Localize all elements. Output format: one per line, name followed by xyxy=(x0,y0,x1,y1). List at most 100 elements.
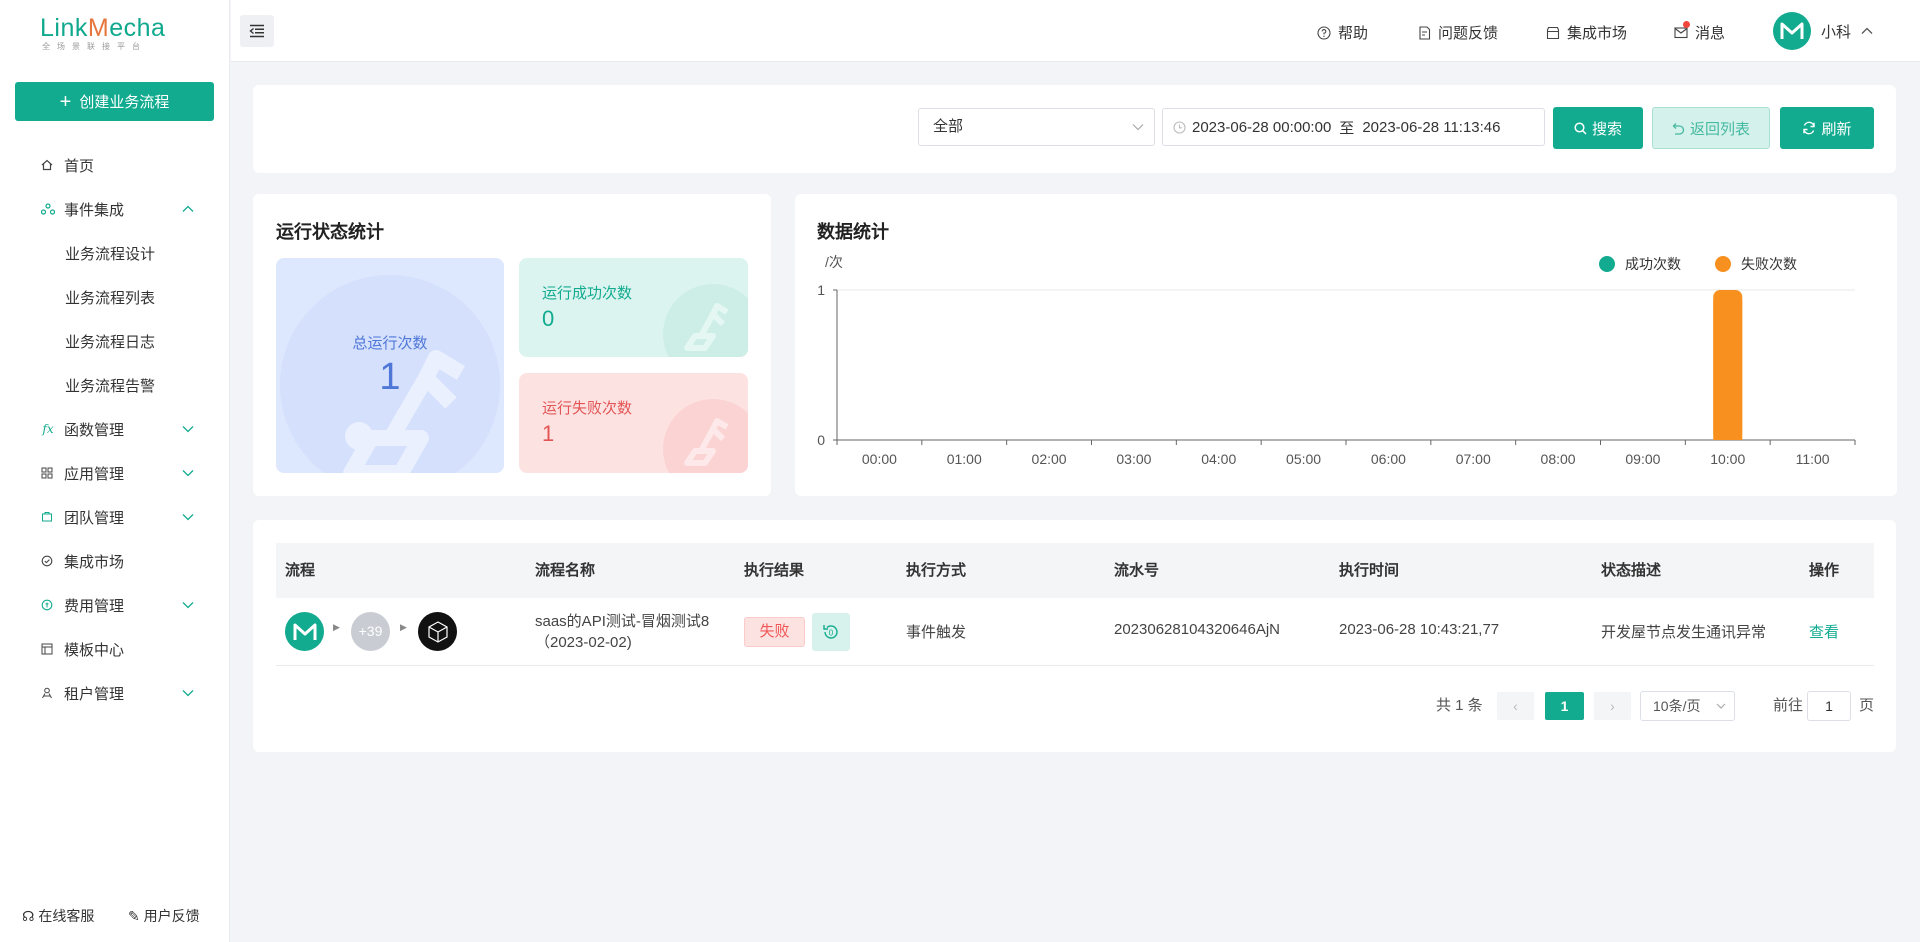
column-header-name: 流程名称 xyxy=(535,562,596,579)
pagination-total: 共 1 条 xyxy=(1436,697,1483,714)
x-tick-label: 00:00 xyxy=(862,451,897,467)
sidebar-item-label: 租户管理 xyxy=(64,685,125,703)
apps-icon xyxy=(41,467,55,479)
goto-prefix: 前往 xyxy=(1773,697,1804,714)
sidebar-item-label: 应用管理 xyxy=(64,465,125,483)
sidebar-item-label: 业务流程列表 xyxy=(65,289,156,307)
integration-market-link[interactable]: 集成市场 xyxy=(1546,22,1627,43)
help-link[interactable]: 帮助 xyxy=(1317,22,1368,43)
create-flow-button[interactable]: + 创建业务流程 xyxy=(15,82,214,121)
x-tick-label: 10:00 xyxy=(1710,451,1745,467)
serial-number: 20230628104320646AjN xyxy=(1114,621,1280,638)
app-logo xyxy=(285,612,324,651)
home-icon xyxy=(41,159,55,171)
sidebar-item-templates[interactable]: 模板中心 xyxy=(0,627,230,671)
date-end[interactable]: 2023-06-28 11:13:46 xyxy=(1362,119,1500,136)
brand-name-c: echa xyxy=(109,14,166,42)
help-label: 帮助 xyxy=(1338,25,1369,42)
date-range-picker[interactable]: 2023-06-28 00:00:00 至 2023-06-28 11:13:4… xyxy=(1162,108,1545,146)
robot-arm-icon xyxy=(684,303,729,351)
chevron-down-icon xyxy=(182,513,196,521)
sidebar-item-event-integration[interactable]: 事件集成 xyxy=(0,187,230,231)
retry-button[interactable]: 0 xyxy=(812,613,850,651)
x-tick-label: 08:00 xyxy=(1541,451,1576,467)
flow-name: saas的API测试-冒烟测试8 （2023-02-02) xyxy=(535,611,709,653)
success-runs-tile: 运行成功次数 0 xyxy=(519,258,748,357)
sidebar-item-fees[interactable]: 费用管理 xyxy=(0,583,230,627)
date-start[interactable]: 2023-06-28 00:00:00 xyxy=(1192,119,1331,136)
x-tick-label: 01:00 xyxy=(947,451,982,467)
shop-icon xyxy=(1546,26,1560,40)
current-page[interactable]: 1 xyxy=(1545,692,1584,720)
sidebar-item-market[interactable]: 集成市场 xyxy=(0,539,230,583)
messages-link[interactable]: 消息 xyxy=(1674,21,1725,43)
sidebar-item-flow-alert[interactable]: 业务流程告警 xyxy=(0,363,230,407)
username: 小科 xyxy=(1821,23,1852,41)
column-header-action: 操作 xyxy=(1809,562,1840,579)
sidebar-item-flow-list[interactable]: 业务流程列表 xyxy=(0,275,230,319)
status-select[interactable]: 全部 xyxy=(918,108,1155,146)
sidebar: LinkMecha 全场景联接平台 + 创建业务流程 首页 事件集成 业务流程设… xyxy=(0,0,230,942)
clock-icon xyxy=(1173,120,1186,134)
sidebar-item-functions[interactable]: fx 函数管理 xyxy=(0,407,230,451)
retry-icon: 0 xyxy=(823,625,838,639)
sidebar-item-label: 业务流程日志 xyxy=(65,333,156,351)
sidebar-item-tenants[interactable]: 租户管理 xyxy=(0,671,230,715)
app-logo-dark xyxy=(418,612,457,651)
flow-node-count[interactable]: +39 xyxy=(351,612,390,651)
page-size-value: 10条/页 xyxy=(1653,698,1701,714)
back-to-list-button[interactable]: 返回列表 xyxy=(1652,107,1770,149)
menu-fold-icon xyxy=(249,24,264,38)
chevron-down-icon xyxy=(182,425,196,433)
success-runs-label: 运行成功次数 xyxy=(542,285,633,302)
x-tick-label: 04:00 xyxy=(1201,451,1236,467)
next-page-button[interactable]: › xyxy=(1594,692,1631,720)
view-link[interactable]: 查看 xyxy=(1809,621,1839,642)
issue-feedback-link[interactable]: 问题反馈 xyxy=(1418,22,1498,43)
success-runs-value: 0 xyxy=(542,306,555,331)
x-tick-label: 03:00 xyxy=(1116,451,1151,467)
robot-arm-icon xyxy=(684,418,729,466)
refresh-button[interactable]: 刷新 xyxy=(1780,107,1874,149)
date-separator: 至 xyxy=(1339,119,1355,137)
sidebar-item-apps[interactable]: 应用管理 xyxy=(0,451,230,495)
total-runs-value: 1 xyxy=(379,356,401,398)
sidebar-item-flow-log[interactable]: 业务流程日志 xyxy=(0,319,230,363)
prev-page-button[interactable]: ‹ xyxy=(1497,692,1534,720)
online-service-link[interactable]: ☊ 在线客服 xyxy=(22,906,94,926)
user-feedback-link[interactable]: ✎ 用户反馈 xyxy=(128,906,200,926)
search-button[interactable]: 搜索 xyxy=(1553,107,1643,149)
back-to-list-label: 返回列表 xyxy=(1689,120,1750,138)
refresh-label: 刷新 xyxy=(1821,120,1852,138)
avatar xyxy=(1773,12,1811,50)
sidebar-item-home[interactable]: 首页 xyxy=(0,143,230,187)
table-row[interactable]: ▶ +39 ▶ saas的API测试-冒烟测试8 （2023-02-02) 失败… xyxy=(276,598,1874,666)
status-select-value: 全部 xyxy=(933,118,964,135)
search-icon xyxy=(1574,121,1587,135)
total-runs-tile: 总运行次数 1 xyxy=(276,258,504,473)
plus-icon: + xyxy=(59,90,72,113)
chevron-down-icon xyxy=(1716,692,1726,729)
svg-text:0: 0 xyxy=(829,629,834,638)
chevron-down-icon xyxy=(182,689,196,697)
logo[interactable]: LinkMecha 全场景联接平台 xyxy=(40,14,190,51)
sidebar-item-team[interactable]: 团队管理 xyxy=(0,495,230,539)
undo-icon xyxy=(1672,122,1685,135)
sidebar-item-label: 首页 xyxy=(64,157,95,175)
mail-icon xyxy=(1674,21,1690,39)
sidebar-item-label: 事件集成 xyxy=(64,201,125,219)
sidebar-item-flow-design[interactable]: 业务流程设计 xyxy=(0,231,230,275)
total-runs-label: 总运行次数 xyxy=(352,335,428,352)
x-tick-label: 09:00 xyxy=(1625,451,1660,467)
execution-time: 2023-06-28 10:43:21,77 xyxy=(1339,621,1500,638)
chevron-up-icon xyxy=(182,205,196,213)
status-description: 开发屋节点发生通讯异常 xyxy=(1601,624,1767,641)
integration-market-label: 集成市场 xyxy=(1567,25,1628,42)
goto-page-input[interactable]: 1 xyxy=(1807,691,1851,721)
y-tick-label: 0 xyxy=(817,432,825,448)
user-menu[interactable]: 小科 xyxy=(1773,12,1873,50)
collapse-sidebar-button[interactable] xyxy=(240,15,274,47)
y-axis-unit-label: /次 xyxy=(825,254,843,270)
refresh-icon xyxy=(1802,121,1816,135)
page-size-select[interactable]: 10条/页 xyxy=(1640,691,1735,721)
